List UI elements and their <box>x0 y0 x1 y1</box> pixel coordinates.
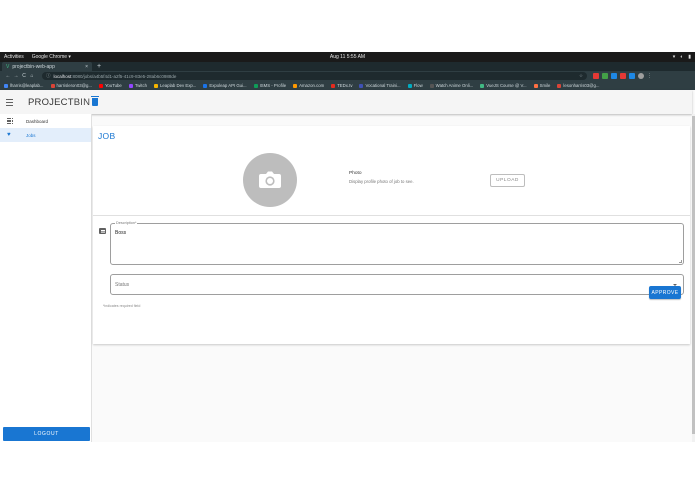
job-photo-avatar[interactable] <box>243 153 297 207</box>
divider <box>93 215 690 216</box>
bookmark-favicon-icon <box>407 83 412 88</box>
bookmark-favicon-icon <box>359 83 364 88</box>
bookmark[interactable]: YouTube <box>98 83 122 88</box>
wifi-icon: ▾ <box>672 54 676 60</box>
profile-avatar[interactable] <box>638 73 644 79</box>
app-logo[interactable]: PROJECTBIN <box>28 95 100 108</box>
screen: Activities Google Chrome ▾ Aug 11 5:55 A… <box>0 52 695 442</box>
bookmark[interactable]: Leaplab Dev Exp... <box>154 83 196 88</box>
bookmark[interactable]: Watch Anime Onli... <box>429 83 473 88</box>
tab-close-icon[interactable]: × <box>85 64 88 70</box>
system-tray[interactable]: ▾ ◐ ▮ <box>673 54 691 60</box>
new-tab-button[interactable]: + <box>97 62 101 71</box>
info-icon: ⓘ <box>46 73 51 78</box>
volume-icon: ◐ <box>680 54 684 60</box>
photo-label: Photo <box>349 171 362 176</box>
nav-item-label: Dashboard <box>26 118 49 124</box>
gnome-top-bar: Activities Google Chrome ▾ Aug 11 5:55 A… <box>0 52 695 62</box>
clock[interactable]: Aug 11 5:55 AM <box>0 54 695 60</box>
bookmark-favicon-icon <box>203 83 208 88</box>
camera-icon <box>259 171 281 188</box>
photo-help-text: Display profile photo of job to see. <box>349 179 414 184</box>
bookmark-star-icon[interactable]: ☆ <box>579 73 583 79</box>
approve-button[interactable]: APPROVE <box>649 286 681 299</box>
upload-button[interactable]: UPLOAD <box>490 174 525 187</box>
hamburger-menu-icon[interactable] <box>6 96 18 108</box>
description-label: Description* <box>115 221 138 225</box>
extension-icon[interactable] <box>611 73 617 79</box>
bookmark-favicon-icon <box>293 83 298 88</box>
brand-bin: BIN <box>73 96 91 108</box>
extension-icon[interactable] <box>593 73 599 79</box>
bookmark-favicon-icon <box>429 83 434 88</box>
bookmark[interactable]: TEDx.tv <box>331 83 352 88</box>
job-card: JOB Photo Display profile photo of job t… <box>93 126 690 344</box>
bookmark[interactable]: Twitch <box>128 83 147 88</box>
bookmark-favicon-icon <box>128 83 133 88</box>
url-host: localhost <box>53 73 72 79</box>
description-field[interactable]: Description* Boss <box>110 221 684 265</box>
bookmark[interactable]: Flow <box>407 83 423 88</box>
extension-icon[interactable] <box>629 73 635 79</box>
nav-drawer: Dashboard ♥ Jobs LOGOUT <box>0 114 92 442</box>
bookmark-favicon-icon <box>50 83 55 88</box>
message-icon <box>99 228 106 234</box>
bookmark[interactable]: Expoleap API Gui... <box>203 83 247 88</box>
nav-item-label: Jobs <box>26 132 36 138</box>
tab-strip: V projectbin-web-app × + <box>0 62 695 71</box>
description-value[interactable]: Boss <box>115 230 126 236</box>
bookmark[interactable]: ISMS - Profile <box>253 83 286 88</box>
back-button[interactable]: ← <box>4 73 12 79</box>
bookmark[interactable]: lesonharris03@g... <box>557 83 600 88</box>
url-path: :8080/jobs/a4b5f4d1-a2f5-41c9-83e5-28ab6… <box>71 73 177 79</box>
tab-title: projectbin-web-app <box>12 63 55 70</box>
heart-icon: ♥ <box>7 132 11 138</box>
browser-tab[interactable]: V projectbin-web-app × <box>2 62 92 71</box>
bookmark[interactable]: lharris@leaplab... <box>4 83 44 88</box>
bookmark[interactable]: VueJS Course @ V... <box>480 83 527 88</box>
extension-icon[interactable] <box>620 73 626 79</box>
chrome-menu-icon[interactable]: ⋮ <box>647 73 652 79</box>
grid-icon <box>7 117 15 125</box>
nav-item-jobs[interactable]: ♥ Jobs <box>0 128 91 142</box>
bookmark[interactable]: Amazon.com <box>293 83 324 88</box>
extension-icon[interactable] <box>602 73 608 79</box>
app-menu[interactable]: Google Chrome ▾ <box>32 54 71 60</box>
status-placeholder: Status <box>115 281 130 288</box>
nav-item-dashboard[interactable]: Dashboard <box>0 114 91 128</box>
extensions: ⋮ <box>593 73 652 79</box>
reload-button[interactable]: C <box>20 73 28 79</box>
bookmark-favicon-icon <box>480 83 485 88</box>
forward-button[interactable]: → <box>12 73 20 79</box>
bookmark[interactable]: harrisleron03@g... <box>50 83 92 88</box>
status-select[interactable]: Status <box>110 274 684 295</box>
app-bar: PROJECTBIN <box>0 90 692 114</box>
battery-icon: ▮ <box>688 54 691 60</box>
bookmark-favicon-icon <box>557 83 562 88</box>
bookmark-favicon-icon <box>98 83 103 88</box>
address-bar[interactable]: ⓘ localhost :8080/jobs/a4b5f4d1-a2f5-41c… <box>42 72 587 80</box>
brand-project: PROJECT <box>28 96 74 108</box>
required-note: *indicates required field <box>103 304 141 308</box>
resize-handle-icon[interactable] <box>679 260 682 263</box>
logout-button[interactable]: LOGOUT <box>3 427 90 441</box>
bookmark-favicon-icon <box>4 83 8 88</box>
url-row: ← → C ⌂ ⓘ localhost :8080/jobs/a4b5f4d1-… <box>0 71 695 81</box>
bookmarks-bar: lharris@leaplab... harrisleron03@g... Yo… <box>0 81 695 90</box>
page-title: JOB <box>98 131 116 141</box>
bookmark-favicon-icon <box>533 83 538 88</box>
bookmark-favicon-icon <box>154 83 159 88</box>
bookmark-favicon-icon <box>253 83 258 88</box>
bookmark[interactable]: Vocational Traini... <box>359 83 401 88</box>
home-button[interactable]: ⌂ <box>28 73 36 79</box>
activities-button[interactable]: Activities <box>4 54 24 60</box>
bookmark[interactable]: Smile <box>533 83 550 88</box>
trash-bin-icon <box>91 95 100 106</box>
vue-favicon-icon: V <box>6 63 10 70</box>
bookmark-favicon-icon <box>331 83 336 88</box>
